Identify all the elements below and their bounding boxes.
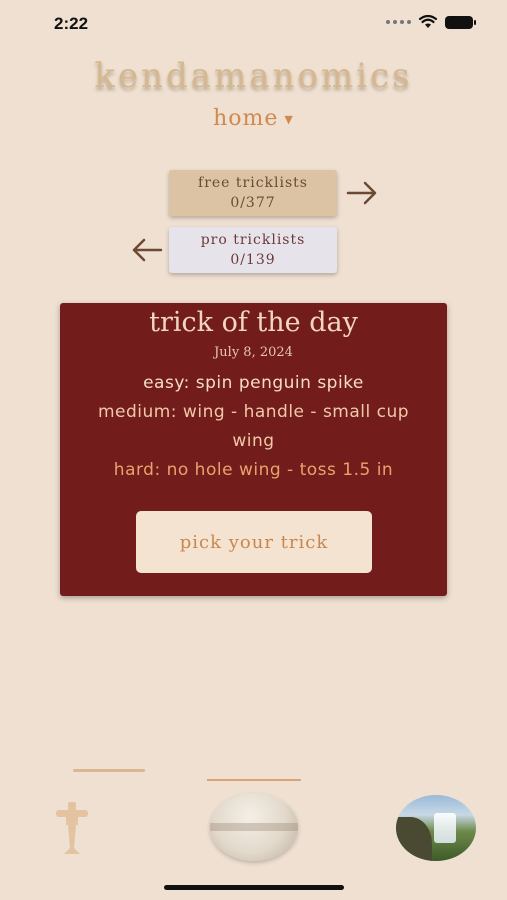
home-dropdown[interactable]: home ▼ <box>0 106 507 131</box>
free-tricklists-label: free tricklists <box>198 175 308 191</box>
pro-tricklists-label: pro tricklists <box>200 232 306 248</box>
free-tricklists-button[interactable]: free tricklists 0/377 <box>169 170 337 216</box>
cellular-signal-icon <box>386 20 411 24</box>
profile-avatar[interactable] <box>396 795 476 861</box>
wifi-icon <box>419 15 437 28</box>
app-title: kendamanomics <box>94 56 413 96</box>
battery-icon <box>445 15 476 29</box>
status-icons <box>386 15 476 29</box>
trick-of-the-day-title: trick of the day <box>149 307 358 338</box>
caret-down-icon: ▼ <box>284 112 294 126</box>
medium-trick: medium: wing - handle - small cup wing <box>97 402 410 451</box>
arrow-right-icon[interactable] <box>345 179 379 207</box>
easy-trick: easy: spin penguin spike <box>143 373 364 393</box>
free-tricklists-progress: 0/377 <box>230 195 276 211</box>
pick-your-trick-button[interactable]: pick your trick <box>136 511 372 573</box>
tab-indicator-ball <box>207 779 301 781</box>
kendama-icon[interactable] <box>54 798 90 856</box>
status-time: 2:22 <box>54 14 89 33</box>
pro-tricklists-button[interactable]: pro tricklists 0/139 <box>169 227 337 273</box>
hard-trick: hard: no hole wing - toss 1.5 in <box>113 460 394 480</box>
tab-indicator-kendama <box>73 769 145 772</box>
ball-icon[interactable] <box>210 793 298 861</box>
home-indicator <box>164 885 344 890</box>
arrow-left-icon[interactable] <box>130 236 164 264</box>
home-dropdown-label: home <box>213 106 279 131</box>
trick-of-the-day-card: trick of the day July 8, 2024 easy: spin… <box>60 303 447 596</box>
trick-of-the-day-date: July 8, 2024 <box>214 345 293 360</box>
status-bar: 2:22 <box>0 0 507 48</box>
pro-tricklists-progress: 0/139 <box>230 252 276 268</box>
